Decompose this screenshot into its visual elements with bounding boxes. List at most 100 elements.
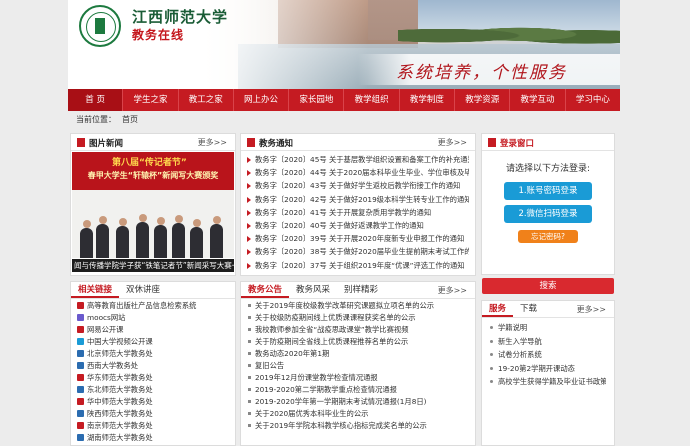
announcement-item[interactable]: 复旧公告 bbox=[247, 360, 469, 372]
notices-more-link[interactable]: 更多>> bbox=[438, 137, 467, 148]
image-headline-1: 第八届“传记者节” bbox=[112, 158, 187, 168]
notice-item[interactable]: 教务字〔2020〕42号 关于做好2019级本科学生转专业工作的通知 bbox=[247, 193, 469, 206]
link-item[interactable]: 华中师范大学教务处 bbox=[77, 396, 229, 408]
account-login-button[interactable]: 1.账号密码登录 bbox=[504, 182, 592, 200]
link-icon bbox=[77, 410, 84, 417]
notice-item[interactable]: 教务字〔2020〕40号 关于做好返课教学工作的通知 bbox=[247, 219, 469, 232]
nav-teaching-rules[interactable]: 教学制度 bbox=[400, 89, 456, 111]
login-icon bbox=[488, 138, 496, 147]
notice-list: 教务字〔2020〕45号 关于基层教学组织设置和备案工作的补充通知 教务字〔20… bbox=[241, 151, 475, 274]
forgot-password-button[interactable]: 忘记密码? bbox=[518, 230, 578, 243]
service-item[interactable]: 试卷分析系统 bbox=[490, 348, 606, 362]
link-item[interactable]: 北京师范大学教务处 bbox=[77, 348, 229, 360]
login-panel: 登录窗口 请选择以下方法登录: 1.账号密码登录 2.微信扫码登录 忘记密码? bbox=[481, 133, 615, 275]
login-hint: 请选择以下方法登录: bbox=[505, 164, 591, 174]
person-figure bbox=[210, 216, 223, 258]
tab-lectures[interactable]: 双休讲座 bbox=[119, 282, 167, 298]
announcement-item[interactable]: 关于2019年学院本科教学核心指标完成奖名单的公示 bbox=[247, 420, 469, 432]
link-item[interactable]: 湖南师范大学教务处 bbox=[77, 432, 229, 444]
tab-announcements[interactable]: 教务公告 bbox=[241, 282, 290, 298]
tab-style[interactable]: 教务风采 bbox=[289, 282, 337, 298]
nav-teaching-org[interactable]: 教学组织 bbox=[344, 89, 400, 111]
photo-news-image[interactable]: 第八届“传记者节” 春甲大学生“轩辕杯”新闻写大赛颁奖 bbox=[72, 152, 234, 258]
person-figure bbox=[172, 215, 185, 258]
photo-news-header: 图片新闻 更多>> bbox=[71, 134, 235, 151]
announcement-item[interactable]: 2019-2020学年第一学期期末考试情况通报(1月8日) bbox=[247, 396, 469, 408]
photo-icon bbox=[77, 138, 85, 147]
service-item[interactable]: 新生入学导航 bbox=[490, 335, 606, 349]
announcement-item[interactable]: 我校教师参加全省“战疫思政课堂”教学比赛视频 bbox=[247, 324, 469, 336]
announcements-more-link[interactable]: 更多>> bbox=[438, 285, 467, 296]
link-item[interactable]: moocs网站 bbox=[77, 312, 229, 324]
notice-item[interactable]: 教务字〔2020〕41号 关于开展复杂质用学教学的通知 bbox=[247, 206, 469, 219]
main-nav: 首 页 学生之家 教工之家 网上办公 家长园地 教学组织 教学制度 教学资源 教… bbox=[68, 89, 620, 111]
link-icon bbox=[77, 362, 84, 369]
nav-online-office[interactable]: 网上办公 bbox=[234, 89, 290, 111]
link-item[interactable]: 南京师范大学教务处 bbox=[77, 420, 229, 432]
announcement-item[interactable]: 关于防疫期间全省线上优质课程推荐名单的公示 bbox=[247, 336, 469, 348]
university-logo-icon[interactable] bbox=[79, 5, 121, 47]
nav-students[interactable]: 学生之家 bbox=[123, 89, 179, 111]
photo-news-more-link[interactable]: 更多>> bbox=[198, 137, 227, 148]
announcement-item[interactable]: 2019年12月份课堂教学检查情况通报 bbox=[247, 372, 469, 384]
announcement-item[interactable]: 关于2019年度校级教学改革研究课题拟立项名单的公示 bbox=[247, 300, 469, 312]
link-item[interactable]: 陕西师范大学教务处 bbox=[77, 408, 229, 420]
nav-learning-center[interactable]: 学习中心 bbox=[566, 89, 620, 111]
tab-highlights[interactable]: 别样精彩 bbox=[337, 282, 385, 298]
link-item[interactable]: 高等教育出版社产品信息检索系统 bbox=[77, 300, 229, 312]
notice-item[interactable]: 教务字〔2020〕44号 关于2020届本科毕业生毕业、学位审核及毕业前 bbox=[247, 166, 469, 179]
notice-item[interactable]: 教务字〔2020〕43号 关于做好学生返校后教学衔接工作的通知 bbox=[247, 179, 469, 192]
tab-services[interactable]: 服务 bbox=[482, 301, 514, 317]
notice-item[interactable]: 教务字〔2020〕45号 关于基层教学组织设置和备案工作的补充通知 bbox=[247, 153, 469, 166]
announcement-item[interactable]: 关于2020届优秀本科毕业生的公示 bbox=[247, 408, 469, 420]
wechat-login-button[interactable]: 2.微信扫码登录 bbox=[504, 205, 592, 223]
link-item[interactable]: 中国大学视频公开课 bbox=[77, 336, 229, 348]
image-headline-2: 春甲大学生“轩辕杯”新闻写大赛颁奖 bbox=[87, 171, 219, 180]
person-figure bbox=[96, 216, 109, 258]
service-item[interactable]: 高校学生获得学籍及毕业证书政策告知 bbox=[490, 375, 606, 389]
person-figure bbox=[154, 217, 167, 258]
service-item[interactable]: 19-20第2学期开课动态 bbox=[490, 362, 606, 376]
notice-item[interactable]: 教务字〔2020〕38号 关于做好2020届毕业生提前期末考试工作的通知 bbox=[247, 245, 469, 258]
nav-parents[interactable]: 家长园地 bbox=[289, 89, 345, 111]
nav-teaching-resources[interactable]: 教学资源 bbox=[455, 89, 511, 111]
services-more-link[interactable]: 更多>> bbox=[577, 304, 606, 315]
link-label: 网易公开课 bbox=[87, 325, 124, 334]
announcement-item[interactable]: 关于校级防疫期间线上优质课课程获奖名单的公示 bbox=[247, 312, 469, 324]
link-icon bbox=[77, 398, 84, 405]
notice-item[interactable]: 教务字〔2020〕39号 关于开展2020年度新专业申报工作的通知 bbox=[247, 232, 469, 245]
link-item[interactable]: 华东师范大学教务处 bbox=[77, 372, 229, 384]
link-item[interactable]: 西南大学教务处 bbox=[77, 360, 229, 372]
services-panel: 服务 下载 更多>> 学籍说明 新生入学导航 试卷分析系统 19-20第2学期开… bbox=[481, 300, 615, 446]
notice-item[interactable]: 教务字〔2020〕37号 关于组织2019年度“优课”评选工作的通知 bbox=[247, 259, 469, 272]
links-list: 高等教育出版社产品信息检索系统 moocs网站 网易公开课 中国大学视频公开课 … bbox=[71, 299, 235, 445]
tab-downloads[interactable]: 下载 bbox=[513, 301, 544, 317]
link-icon bbox=[77, 350, 84, 357]
banner-trees bbox=[398, 20, 620, 46]
link-label: 高等教育出版社产品信息检索系统 bbox=[87, 301, 197, 310]
link-item[interactable]: 网易公开课 bbox=[77, 324, 229, 336]
notice-icon bbox=[247, 138, 255, 147]
link-icon bbox=[77, 314, 84, 321]
announcement-item[interactable]: 教务动态2020年第1期 bbox=[247, 348, 469, 360]
nav-staff[interactable]: 教工之家 bbox=[179, 89, 234, 111]
breadcrumb-label: 当前位置： bbox=[76, 115, 116, 124]
notices-header: 教务通知 更多>> bbox=[241, 134, 475, 151]
search-button[interactable]: 搜索 bbox=[482, 278, 614, 294]
link-label: 北京师范大学教务处 bbox=[87, 349, 153, 358]
header-banner: 江西师范大学 教务在线 系统培养，个性服务 bbox=[68, 0, 620, 89]
link-label: 湖南师范大学教务处 bbox=[87, 433, 153, 442]
nav-teaching-interaction[interactable]: 教学互动 bbox=[510, 89, 566, 111]
photo-news-caption[interactable]: 闻与传播学院学子获“铁笔记者节”新闻采写大赛一等 bbox=[72, 259, 234, 272]
breadcrumb-current[interactable]: 首页 bbox=[122, 115, 138, 124]
tab-related-links[interactable]: 相关链接 bbox=[71, 282, 120, 298]
link-label: 陕西师范大学教务处 bbox=[87, 409, 153, 418]
link-icon bbox=[77, 386, 84, 393]
nav-home[interactable]: 首 页 bbox=[68, 89, 124, 111]
link-label: 中国大学视频公开课 bbox=[87, 337, 153, 346]
link-item[interactable]: 东北师范大学教务处 bbox=[77, 384, 229, 396]
announcement-item[interactable]: 2019-2020第二学期教学重点检查情况通报 bbox=[247, 384, 469, 396]
service-item[interactable]: 学籍说明 bbox=[490, 321, 606, 335]
login-header: 登录窗口 bbox=[482, 134, 614, 151]
